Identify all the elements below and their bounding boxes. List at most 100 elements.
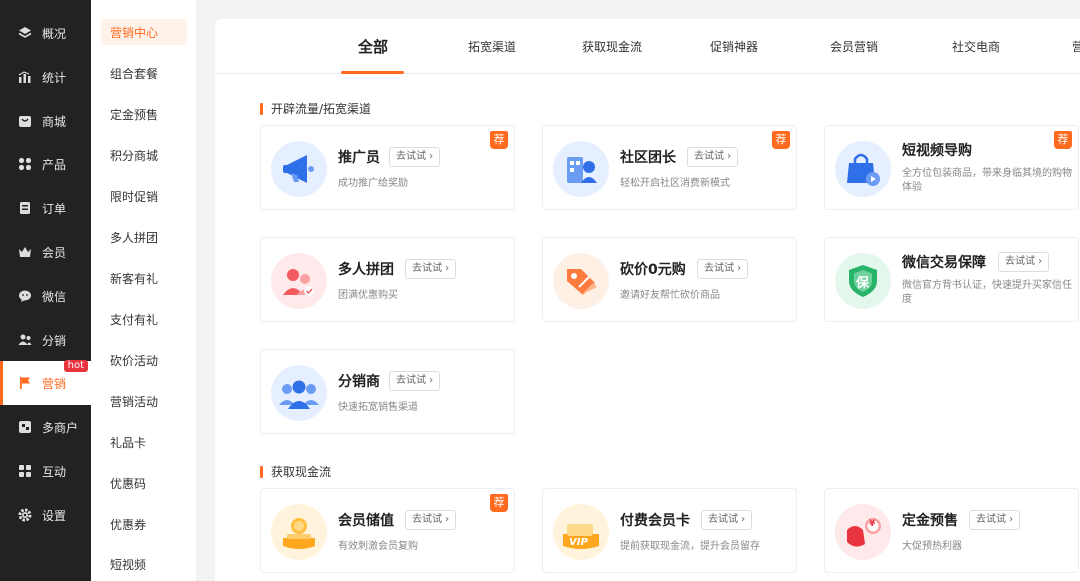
nav-label: 互动 [42,464,67,479]
try-button[interactable]: 去试试 › [389,371,441,391]
nav-members[interactable]: 会员 [0,230,91,274]
vip-label: VIP [569,537,588,548]
megaphone-icon [271,141,327,197]
nav-distribution[interactable]: 分销 [0,318,91,362]
subnav-points-mall[interactable]: 积分商城 [101,142,187,168]
card-bargain[interactable]: 砍价0元购 去试试 › 邀请好友帮忙砍价商品 [542,237,797,322]
subnav-presale[interactable]: 定金预售 [101,101,187,127]
try-button[interactable]: 去试试 › [998,252,1050,272]
card-description: 邀请好友帮忙砍价商品 [620,290,720,301]
card-description: 大促预热利器 [902,541,962,552]
nav-stats[interactable]: 统计 [0,55,91,99]
coin-icon [271,504,327,560]
subnav-flash-sale[interactable]: 限时促销 [101,183,187,209]
nav-label: 会员 [42,245,67,260]
card-title: 微信交易保障 [902,255,986,271]
card-paid-membership[interactable]: VIP 付费会员卡 去试试 › 提前获取现金流，提升会员留存 [542,488,797,573]
card-description: 成功推广给奖励 [338,178,408,189]
card-description: 有效刺激会员复购 [338,541,418,552]
card-community-leader[interactable]: 社区团长 去试试 › 轻松开启社区消费新模式 荐 [542,125,797,210]
nav-label: 商城 [42,114,67,129]
nav-label: 微信 [42,289,67,304]
price-tag-icon [553,253,609,309]
tab-all[interactable]: 全部 [358,36,388,57]
card-title: 会员储值 [338,513,394,529]
nav-mall[interactable]: 商城 [0,99,91,143]
subnav-coupon[interactable]: 优惠券 [101,511,187,537]
main-panel: 全部 拓宽渠道 获取现金流 促销神器 会员营销 社交电商 营 开辟流量/拓宽渠道… [215,19,1080,581]
tab-member-marketing[interactable]: 会员营销 [830,38,878,55]
subnav-new-customer-gift[interactable]: 新客有礼 [101,265,187,291]
nav-products[interactable]: 产品 [0,142,91,186]
card-short-video-shopping[interactable]: 短视频导购 全方位包装商品，带来身临其境的购物体验 荐 [824,125,1079,210]
tab-cash-flow[interactable]: 获取现金流 [582,38,642,55]
subnav-marketing-center[interactable]: 营销中心 [101,19,187,45]
try-button[interactable]: 去试试 › [405,259,457,279]
try-label: 去试试 [976,514,1006,525]
try-button[interactable]: 去试试 › [405,510,457,530]
try-button[interactable]: 去试试 › [701,510,753,530]
nav-interaction[interactable]: 互动 [0,449,91,493]
card-description: 快速拓宽销售渠道 [338,402,418,413]
tab-social-commerce[interactable]: 社交电商 [952,38,1000,55]
card-member-stored-value[interactable]: 会员储值 去试试 › 有效刺激会员复购 荐 [260,488,515,573]
users-icon [18,333,32,347]
card-title: 短视频导购 [902,143,972,159]
subnav-group-buy[interactable]: 多人拼团 [101,224,187,250]
nav-overview[interactable]: 概况 [0,11,91,55]
card-deposit-presale[interactable]: ¥ 定金预售 去试试 › 大促预热利器 [824,488,1079,573]
card-group-buy[interactable]: 多人拼团 去试试 › 团满优惠购买 [260,237,515,322]
tab-channels[interactable]: 拓宽渠道 [468,38,516,55]
card-description: 团满优惠购买 [338,290,398,301]
grid-icon [18,157,32,171]
card-wechat-guarantee[interactable]: 保 微信交易保障 去试试 › 微信官方背书认证，快速提升买家信任度 [824,237,1079,322]
recommended-badge: 荐 [490,494,508,512]
subnav-short-video[interactable]: 短视频 [101,551,187,577]
nav-multi-merchant[interactable]: 多商户 [0,405,91,449]
merchant-icon [18,420,32,434]
try-button[interactable]: 去试试 › [969,510,1021,530]
nav-marketing[interactable]: 营销 hot [0,360,91,405]
tab-overflow[interactable]: 营 [1072,38,1080,55]
store-icon [18,114,32,128]
section-title: 开辟流量/拓宽渠道 [260,100,371,117]
card-description: 全方位包装商品，带来身临其境的购物体验 [902,168,1072,193]
card-title: 推广员 [338,150,380,166]
try-button[interactable]: 去试试 › [389,147,441,167]
subnav-bundle[interactable]: 组合套餐 [101,60,187,86]
gear-icon [18,508,32,522]
nav-label: 订单 [42,201,67,216]
nav-label: 统计 [42,70,67,85]
subnav-campaigns[interactable]: 营销活动 [101,388,187,414]
nav-orders[interactable]: 订单 [0,186,91,230]
subnav-bargain[interactable]: 砍价活动 [101,347,187,373]
chart-icon [18,70,32,84]
card-description: 提前获取现金流，提升会员留存 [620,541,760,552]
shield-icon: 保 [835,253,891,309]
card-promoter[interactable]: 推广员 去试试 › 成功推广给奖励 荐 [260,125,515,210]
wechat-icon [18,289,32,303]
interact-icon [18,464,32,478]
try-button[interactable]: 去试试 › [687,147,739,167]
nav-wechat[interactable]: 微信 [0,274,91,318]
subnav-payment-gift[interactable]: 支付有礼 [101,306,187,332]
vip-card-icon: VIP [553,504,609,560]
card-description: 微信官方背书认证，快速提升买家信任度 [902,280,1072,305]
subnav-promo-code[interactable]: 优惠码 [101,470,187,496]
secondary-sidebar: 营销中心 组合套餐 定金预售 积分商城 限时促销 多人拼团 新客有礼 支付有礼 … [91,0,196,581]
section-title-text: 开辟流量/拓宽渠道 [271,102,372,116]
recommended-badge: 荐 [1054,131,1072,149]
try-label: 去试试 [396,375,426,386]
community-icon [553,141,609,197]
shield-label: 保 [856,276,870,291]
card-title: 分销商 [338,374,380,390]
distributor-icon [271,365,327,421]
subnav-gift-card[interactable]: 礼品卡 [101,429,187,455]
tab-promotion-tools[interactable]: 促销神器 [710,38,758,55]
nav-settings[interactable]: 设置 [0,493,91,537]
card-distributor[interactable]: 分销商 去试试 › 快速拓宽销售渠道 [260,349,515,434]
primary-sidebar: 概况 统计 商城 产品 订单 会员 微信 分销 营销 hot 多商户 互动 设置 [0,0,91,581]
try-button[interactable]: 去试试 › [697,259,749,279]
layers-icon [18,26,32,40]
nav-label: 产品 [42,157,67,172]
